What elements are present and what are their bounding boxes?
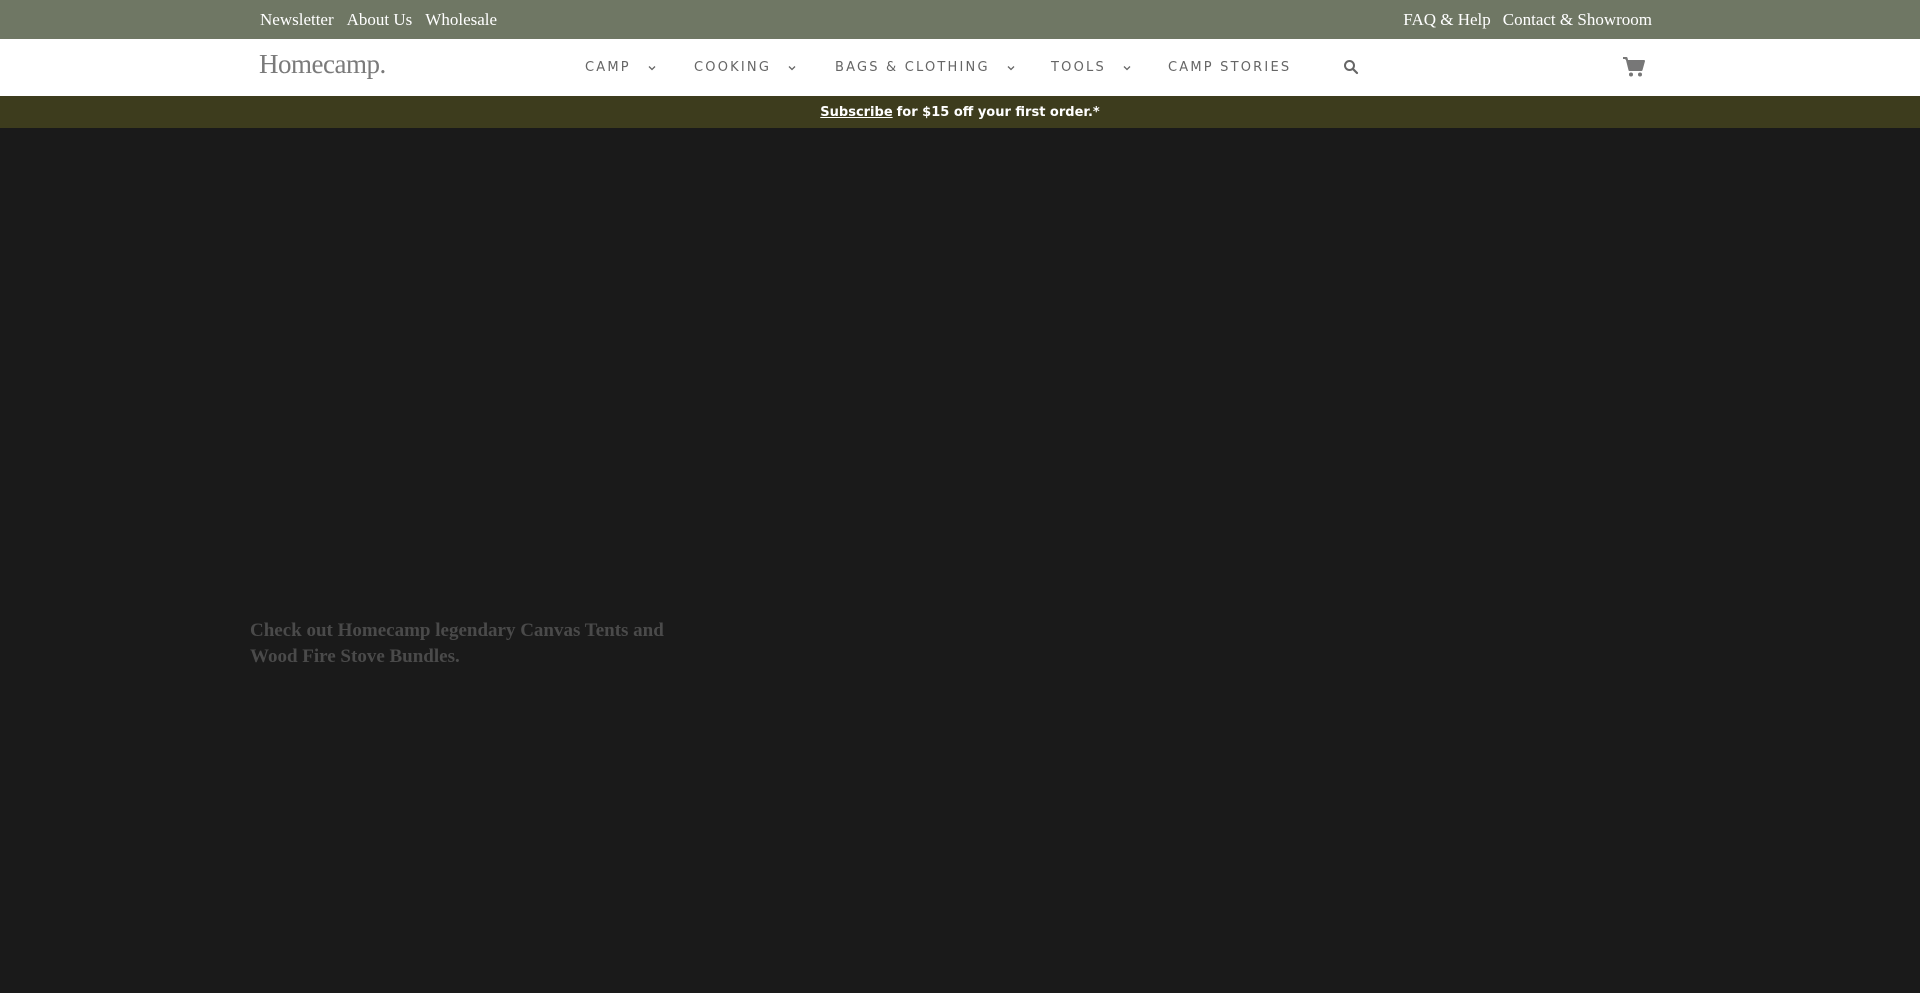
nav-item-bags-clothing[interactable]: BAGS & CLOTHING <box>835 39 1016 96</box>
chevron-down-icon <box>787 63 797 73</box>
nav-item-tools[interactable]: TOOLS <box>1051 39 1132 96</box>
cart-icon[interactable] <box>1622 56 1646 78</box>
promo-bar: Subscribe for $15 off your first order.* <box>0 96 1920 128</box>
about-us-link[interactable]: About Us <box>347 10 413 30</box>
faq-help-link[interactable]: FAQ & Help <box>1403 10 1491 30</box>
search-icon[interactable] <box>1343 59 1359 75</box>
hero-section: Check out Homecamp legendary Canvas Tent… <box>0 128 1920 993</box>
chevron-down-icon <box>1122 63 1132 73</box>
utility-links-left: Newsletter About Us Wholesale <box>260 0 497 39</box>
utility-links-right: FAQ & Help Contact & Showroom <box>1403 0 1652 39</box>
nav-item-label: COOKING <box>694 60 772 75</box>
chevron-down-icon <box>1006 63 1016 73</box>
newsletter-link[interactable]: Newsletter <box>260 10 334 30</box>
nav-item-label: CAMP STORIES <box>1168 60 1292 75</box>
nav-item-label: TOOLS <box>1051 60 1106 75</box>
nav-item-label: CAMP <box>585 60 631 75</box>
nav-item-camp-stories[interactable]: CAMP STORIES <box>1168 39 1291 96</box>
contact-showroom-link[interactable]: Contact & Showroom <box>1503 10 1652 30</box>
wholesale-link[interactable]: Wholesale <box>425 10 497 30</box>
hero-text: Check out Homecamp legendary Canvas Tent… <box>250 620 664 667</box>
utility-bar: Newsletter About Us Wholesale FAQ & Help… <box>0 0 1920 39</box>
nav-item-camp[interactable]: CAMP <box>585 39 657 96</box>
nav-item-label: BAGS & CLOTHING <box>835 60 990 75</box>
promo-text: for $15 off your first order.* <box>896 104 1100 120</box>
subscribe-link[interactable]: Subscribe <box>820 105 892 120</box>
nav-item-cooking[interactable]: COOKING <box>694 39 797 96</box>
main-header: Homecamp. CAMP COOKING BAGS & CLOTHING T… <box>0 39 1920 96</box>
chevron-down-icon <box>647 63 657 73</box>
